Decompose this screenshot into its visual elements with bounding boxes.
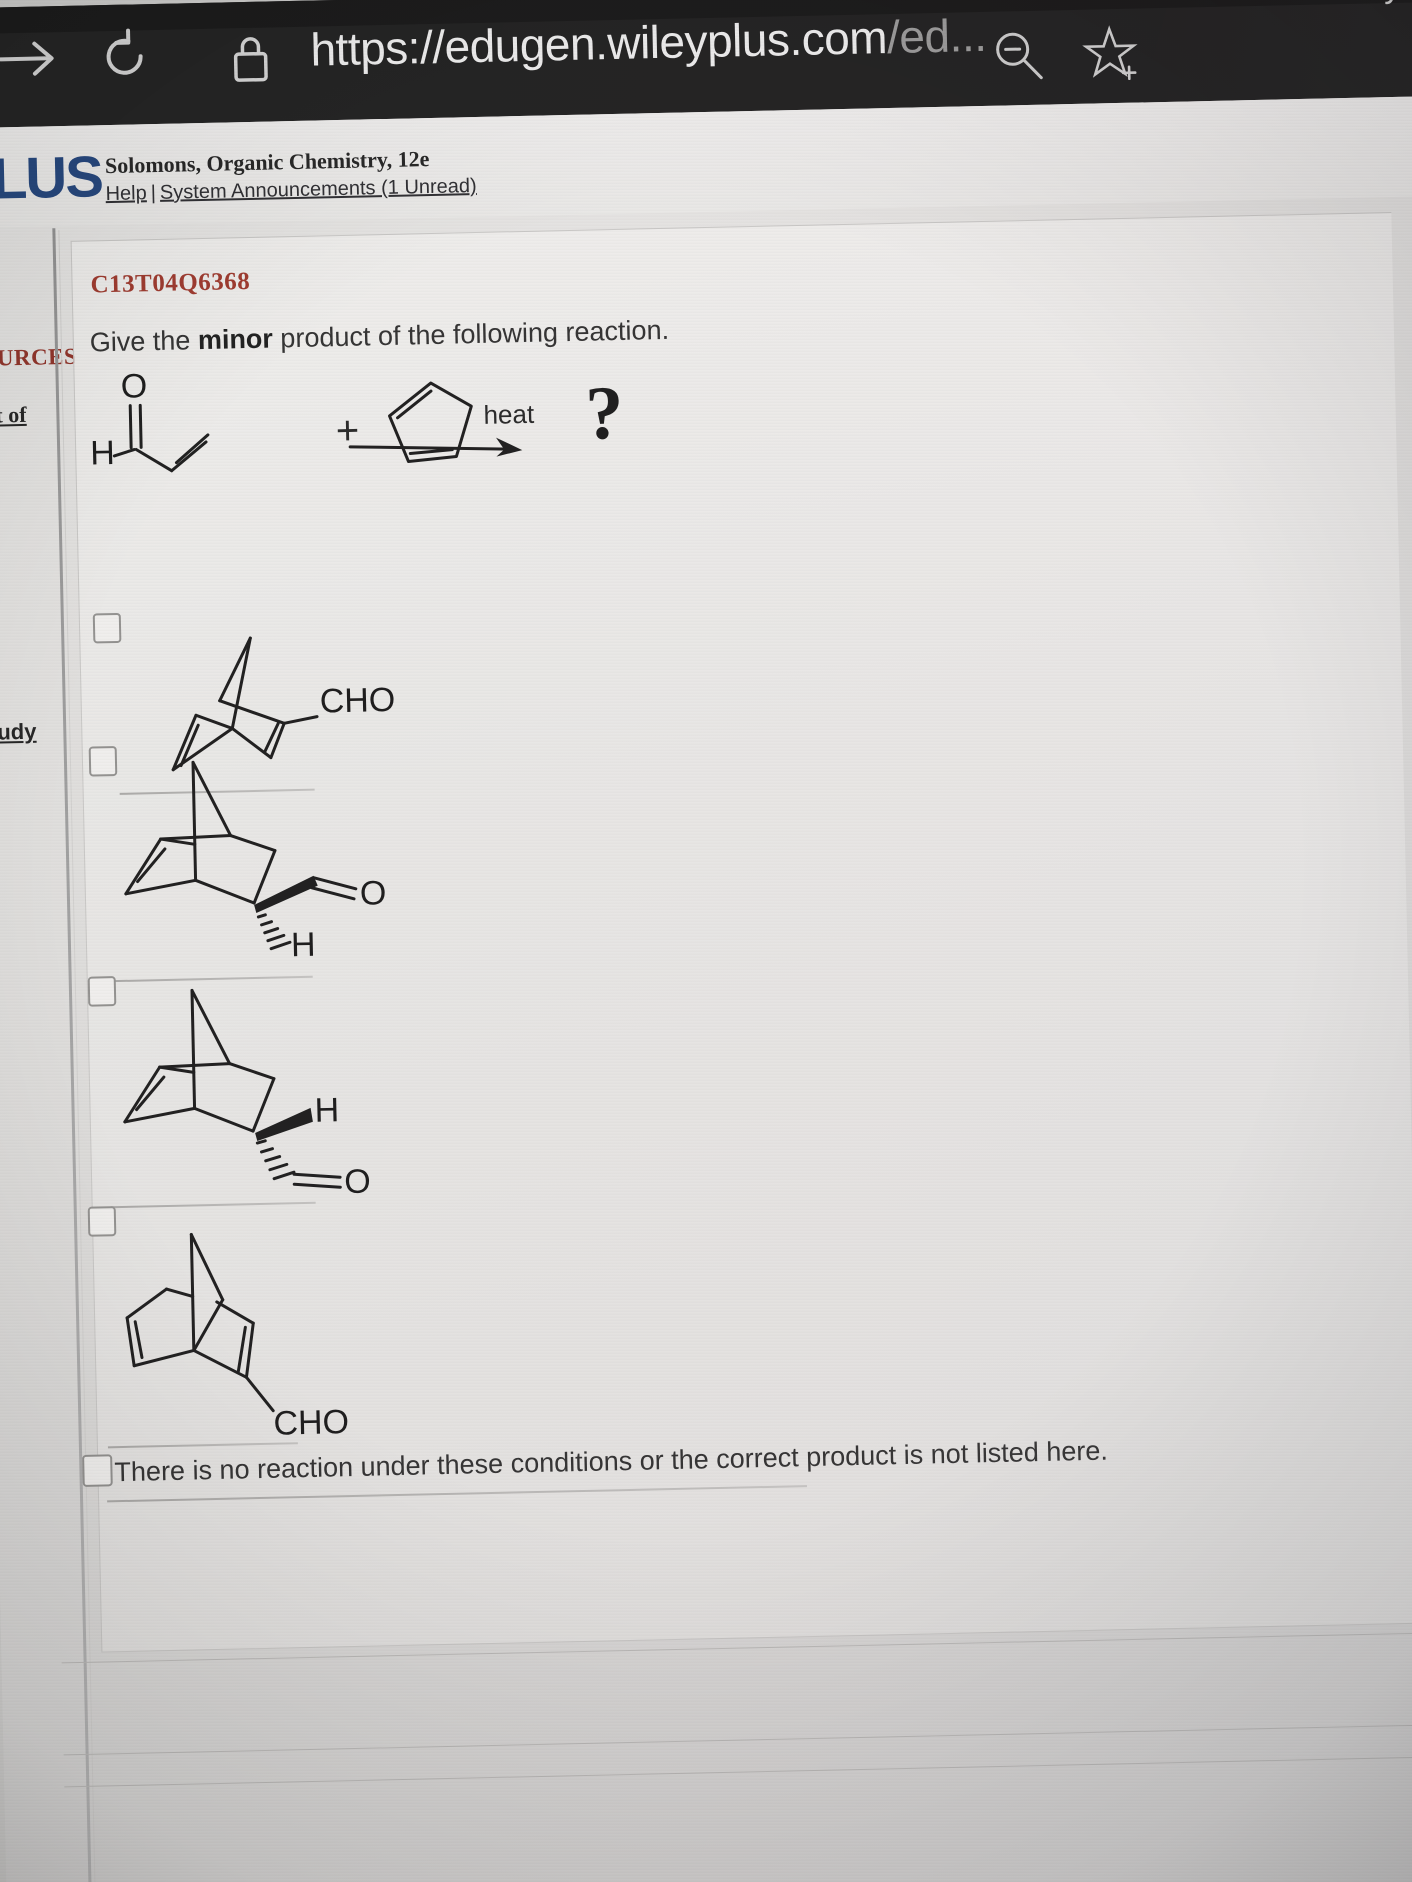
prompt-part-2: product of the following reaction. — [272, 314, 670, 354]
question-code: C13T04Q6368 — [90, 267, 251, 299]
option-b-divider — [112, 975, 313, 983]
prompt-part-1: Give the — [89, 325, 199, 358]
option-c-label-o: O — [344, 1163, 371, 1202]
zoom-out-icon[interactable] — [990, 27, 1047, 84]
sidebar-heading-resources: SOURCES — [0, 343, 78, 372]
url-path: /ed... — [886, 8, 987, 64]
forward-button[interactable] — [0, 34, 59, 83]
course-title: Solomons, Organic Chemistry, 12e — [104, 146, 430, 179]
question-prompt: Give the minor product of the following … — [90, 315, 670, 359]
reaction-scheme: H O + heat ? — [84, 353, 707, 496]
product-question-mark: ? — [584, 370, 625, 456]
system-announcements-link[interactable]: System Announcements (1 Unread) — [160, 175, 477, 204]
footer-divider-2 — [63, 1723, 1412, 1756]
option-c-divider — [110, 1201, 316, 1209]
option-d-divider — [107, 1442, 298, 1449]
reaction-arrow — [348, 437, 523, 457]
padlock-icon — [228, 31, 273, 86]
header-separator: | — [150, 181, 157, 205]
question-card: C13T04Q6368 Give the minor product of th… — [70, 212, 1412, 1653]
wileyplus-logo: PLUS — [0, 144, 103, 213]
header-links: Help | System Announcements (1 Unread) — [105, 175, 477, 206]
add-favorite-star-icon[interactable] — [1082, 22, 1143, 83]
page-viewport: PLUS Solomons, Organic Chemistry, 12e He… — [0, 96, 1412, 1882]
option-c-label-h: H — [314, 1091, 339, 1130]
reload-button[interactable] — [94, 26, 155, 87]
option-e-checkbox[interactable] — [82, 1454, 113, 1487]
option-b-label-o: O — [360, 874, 387, 913]
option-e-divider — [107, 1485, 807, 1503]
option-d-structure: CHO — [125, 1232, 349, 1443]
atom-label-o: O — [120, 367, 147, 406]
prompt-emphasis: minor — [197, 323, 274, 356]
reactant-acrolein: H O — [90, 367, 210, 473]
screen-photo: verify https://edugen.wileyp — [0, 0, 1412, 1882]
option-a-label-cho: CHO — [319, 681, 395, 721]
help-link[interactable]: Help — [105, 182, 147, 205]
sidebar-item-part-of[interactable]: part of — [0, 402, 27, 429]
option-b-structure: O H — [124, 760, 387, 965]
url-host: https://edugen.wileyplus.com — [309, 11, 888, 76]
option-a[interactable]: CHO — [80, 585, 1380, 795]
option-d-label-cho: CHO — [273, 1403, 349, 1443]
option-b-label-h: H — [291, 926, 316, 965]
footer-divider-3 — [64, 1755, 1412, 1788]
atom-label-h: H — [90, 434, 115, 473]
sidebar-item-study[interactable]: Study — [0, 719, 37, 746]
option-c-structure: H O — [123, 988, 371, 1201]
browser-tab-label[interactable]: verify — [1317, 0, 1402, 8]
